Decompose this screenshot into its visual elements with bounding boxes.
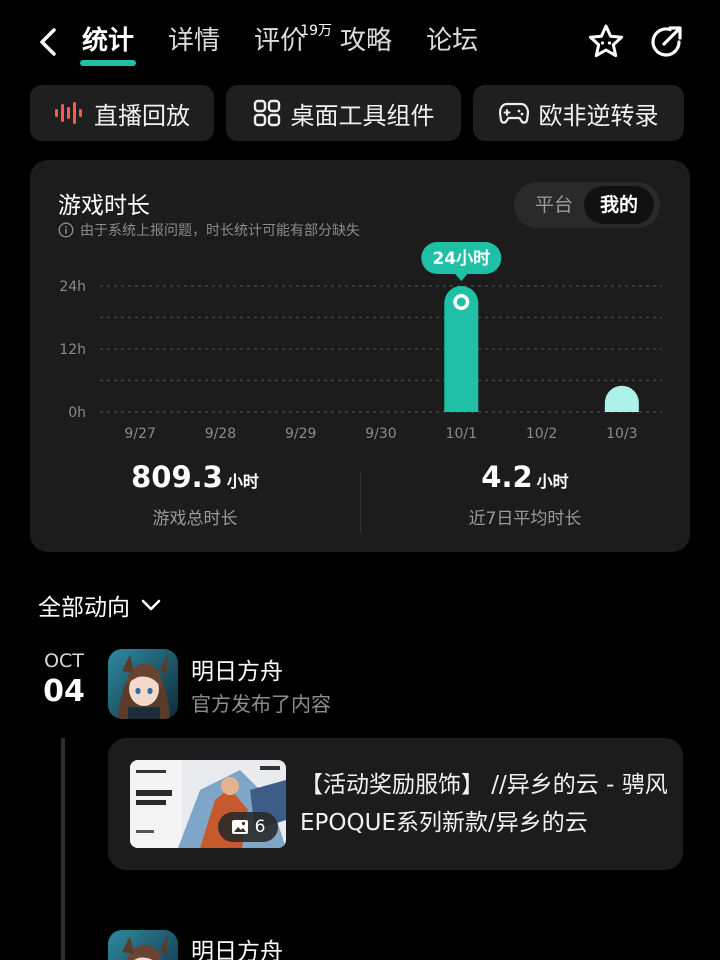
live-replay-label: 直播回放 xyxy=(94,101,190,130)
card-note-text: 由于系统上报问题，时长统计可能有部分缺失 xyxy=(80,223,360,239)
total-playtime-unit: 小时 xyxy=(226,472,259,491)
luck-record-label: 欧非逆转录 xyxy=(538,101,659,130)
total-playtime-label: 游戏总时长 xyxy=(152,509,238,529)
x-tick-label: 9/29 xyxy=(285,426,316,442)
feed-filter-label: 全部动向 xyxy=(38,595,130,621)
y-tick-label: 12h xyxy=(59,342,86,358)
feed-date-month: OCT xyxy=(44,650,84,672)
scope-mine-option[interactable]: 我的 xyxy=(584,186,654,224)
image-count: 6 xyxy=(254,817,266,837)
post-thumbnail: 6 xyxy=(130,760,286,848)
avg-playtime-value: 4.2 xyxy=(481,460,533,494)
post-title-line: 【活动奖励服饰】 //异乡的云 - 骋风 EPOQUE系列新款/异乡的云 xyxy=(300,772,668,836)
tab-label: 统计 xyxy=(82,26,135,56)
card-note: 由于系统上报问题，时长统计可能有部分缺失 xyxy=(58,220,360,240)
x-tick-label: 10/2 xyxy=(526,426,557,442)
tab-guides[interactable]: 攻略 xyxy=(340,22,392,60)
bar-marker-core xyxy=(456,297,466,307)
review-count-badge: 19万 xyxy=(300,23,333,39)
top-nav: 统计 详情 评价 19万 攻略 论坛 xyxy=(0,0,720,84)
bar xyxy=(604,385,639,412)
game-avatar-image xyxy=(108,649,178,719)
x-tick-label: 9/27 xyxy=(124,426,155,442)
x-tick-label: 9/28 xyxy=(205,426,236,442)
total-playtime-value: 809.3 xyxy=(131,460,223,494)
playtime-card: 游戏时长 由于系统上报问题，时长统计可能有部分缺失 我的 平台 0h 12h 24h… xyxy=(30,160,690,552)
tab-stats[interactable]: 统计 xyxy=(79,22,137,66)
share-icon[interactable] xyxy=(646,22,686,62)
tab-forum[interactable]: 论坛 xyxy=(426,22,478,60)
luck-record-button[interactable]: 欧非逆转录 xyxy=(473,85,684,141)
back-arrow-icon[interactable] xyxy=(34,26,64,58)
feed-action-text: 官方发布了内容 xyxy=(191,692,331,716)
tab-label: 论坛 xyxy=(426,26,479,56)
chevron-down-icon xyxy=(141,599,161,611)
x-tick-label: 10/1 xyxy=(446,426,477,442)
desktop-widgets-button[interactable]: 桌面工具组件 xyxy=(226,85,461,141)
game-avatar[interactable] xyxy=(108,649,178,719)
star-icon[interactable] xyxy=(586,22,626,62)
widgets-grid-icon xyxy=(253,99,280,127)
game-name[interactable]: 明日方舟 xyxy=(191,932,283,960)
y-tick-label: 24h xyxy=(59,279,86,295)
feed-date-day: 04 xyxy=(43,674,85,709)
card-title: 游戏时长 xyxy=(58,193,150,219)
feed-filter-dropdown[interactable]: 全部动向 xyxy=(38,588,162,622)
game-avatar-image xyxy=(108,930,178,960)
scope-platform-option[interactable]: 平台 xyxy=(522,186,586,224)
gamepad-icon xyxy=(498,102,529,124)
tab-label: 详情 xyxy=(168,26,221,56)
tab-details[interactable]: 详情 xyxy=(168,22,220,60)
desktop-widgets-label: 桌面工具组件 xyxy=(290,101,435,130)
avg-playtime-stat: 4.2 小时 近7日平均时长 xyxy=(360,460,690,529)
y-tick-label: 0h xyxy=(68,405,86,421)
image-icon xyxy=(231,820,248,834)
game-avatar[interactable] xyxy=(108,930,178,960)
avg-playtime-unit: 小时 xyxy=(536,472,569,491)
timeline-line xyxy=(61,738,65,960)
tab-label: 攻略 xyxy=(340,26,393,56)
x-tick-label: 10/3 xyxy=(606,426,637,442)
avg-playtime-label: 近7日平均时长 xyxy=(468,509,582,529)
total-playtime-stat: 809.3 小时 游戏总时长 xyxy=(30,460,360,529)
tab-reviews[interactable]: 评价 19万 xyxy=(254,22,332,60)
image-count-badge: 6 xyxy=(218,812,278,842)
quick-actions: 直播回放 桌面工具组件 欧非逆转录 xyxy=(30,85,690,141)
post-title: 【活动奖励服饰】 //异乡的云 - 骋风 EPOQUE系列新款/异乡的云 xyxy=(300,766,670,842)
live-bars-icon xyxy=(55,102,82,124)
post-card[interactable]: 6 【活动奖励服饰】 //异乡的云 - 骋风 EPOQUE系列新款/异乡的云 xyxy=(108,738,683,870)
playtime-bar-chart: 0h 12h 24h 9/27 9/28 9/29 9/30 10/1 10/2 10/3 24小时 xyxy=(59,242,662,442)
game-name[interactable]: 明日方舟 xyxy=(191,652,283,686)
bar-tooltip-text: 24小时 xyxy=(432,249,490,269)
info-icon xyxy=(58,222,74,238)
live-replay-button[interactable]: 直播回放 xyxy=(30,85,214,141)
tab-bar: 统计 详情 评价 19万 攻略 论坛 xyxy=(79,22,512,66)
tab-label: 评价 xyxy=(254,26,307,56)
x-tick-label: 9/30 xyxy=(365,426,396,442)
scope-toggle: 我的 平台 xyxy=(514,182,660,228)
bar-tooltip-pointer xyxy=(454,273,469,281)
